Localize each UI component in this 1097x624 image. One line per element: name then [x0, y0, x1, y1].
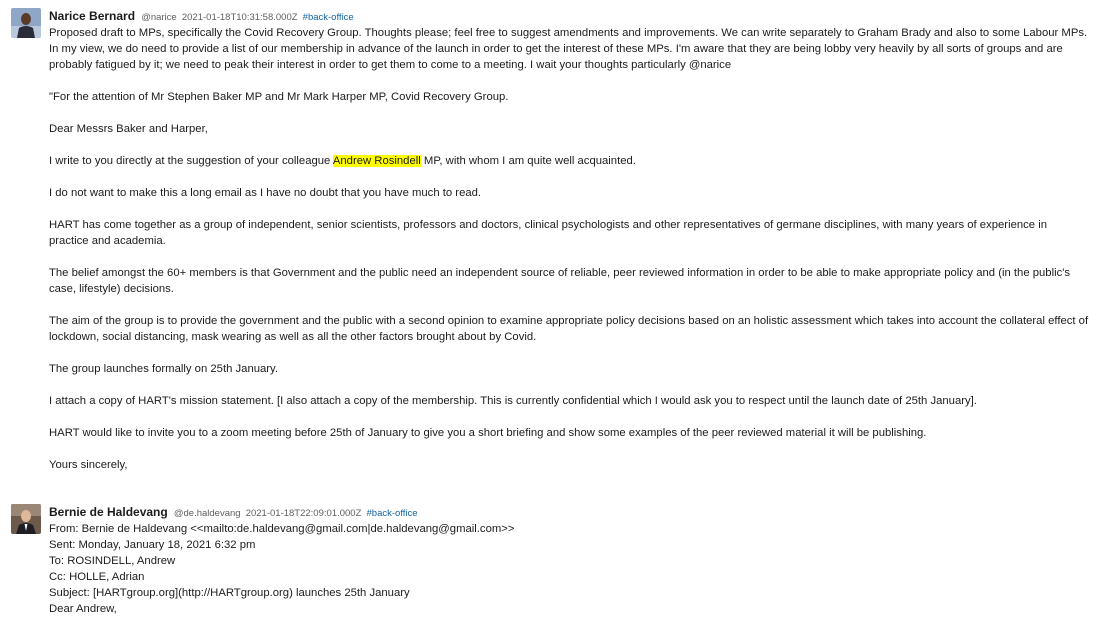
message-paragraph: Dear Messrs Baker and Harper, — [49, 123, 208, 135]
highlighted-name: Andrew Rosindell — [332, 155, 421, 167]
message-paragraph: Yours sincerely, — [49, 459, 128, 471]
text-after: MP, with whom I am quite well acquainted… — [420, 155, 636, 167]
message-paragraph: I attach a copy of HART's mission statem… — [49, 395, 977, 407]
timestamp[interactable]: 2021-01-18T10:31:58.000Z — [182, 12, 298, 23]
avatar[interactable] — [11, 8, 41, 38]
message-paragraph: The aim of the group is to provide the g… — [49, 315, 1089, 343]
avatar-image — [11, 8, 41, 38]
message-paragraph: I do not want to make this a long email … — [49, 187, 482, 199]
message-paragraph: The belief amongst the 60+ members is th… — [49, 267, 1071, 295]
email-from: From: Bernie de Haldevang <<mailto:de.ha… — [49, 523, 515, 535]
author-name[interactable]: Bernie de Haldevang — [49, 505, 168, 519]
message-paragraph: Proposed draft to MPs, specifically the … — [49, 27, 1088, 71]
author-handle: @de.haldevang — [173, 508, 241, 519]
message-paragraph: The group launches formally on 25th Janu… — [49, 363, 278, 375]
avatar[interactable] — [11, 504, 41, 534]
message-header: Bernie de Haldevang @de.haldevang 2021-0… — [49, 504, 418, 522]
author-name[interactable]: Narice Bernard — [49, 9, 135, 23]
message-paragraph: HART has come together as a group of ind… — [49, 219, 1048, 247]
email-sent: Sent: Monday, January 18, 2021 6:32 pm — [49, 539, 256, 551]
message-body: From: Bernie de Haldevang <<mailto:de.ha… — [49, 521, 1089, 617]
channel-link[interactable]: #back-office — [303, 12, 354, 23]
avatar-image — [11, 504, 41, 534]
author-handle: @narice — [141, 12, 177, 23]
channel-link[interactable]: #back-office — [367, 508, 418, 519]
text-before: I write to you directly at the suggestio… — [49, 155, 333, 167]
message-paragraph: "For the attention of Mr Stephen Baker M… — [49, 91, 509, 103]
email-subject: Subject: [HARTgroup.org](http://HARTgrou… — [49, 587, 410, 599]
message-paragraph: HART would like to invite you to a zoom … — [49, 427, 927, 439]
message-body: Proposed draft to MPs, specifically the … — [49, 25, 1089, 489]
message-paragraph-highlight: I write to you directly at the suggestio… — [49, 153, 1089, 169]
email-to: To: ROSINDELL, Andrew — [49, 555, 176, 567]
email-cc: Cc: HOLLE, Adrian — [49, 571, 145, 583]
email-greeting: Dear Andrew, — [49, 603, 117, 615]
timestamp[interactable]: 2021-01-18T22:09:01.000Z — [246, 508, 362, 519]
message-header: Narice Bernard @narice 2021-01-18T10:31:… — [49, 8, 354, 26]
